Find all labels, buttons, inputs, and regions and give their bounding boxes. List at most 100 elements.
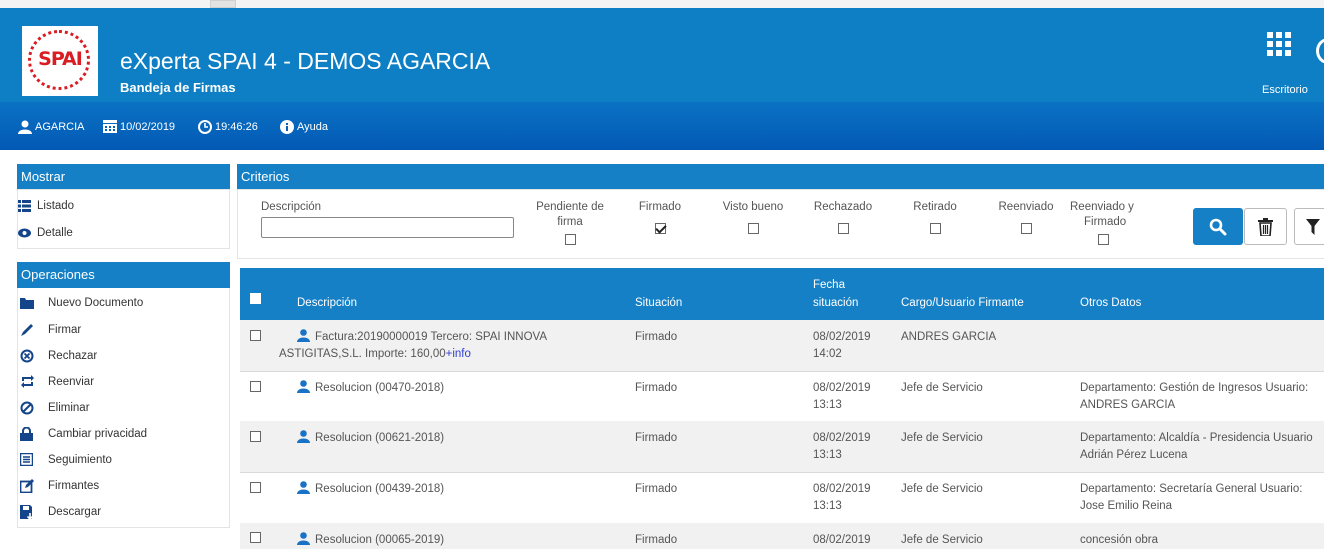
filter-forwarded-signed-checkbox[interactable] xyxy=(1098,234,1109,245)
filter-rejected-checkbox[interactable] xyxy=(837,223,849,234)
filter-button[interactable] xyxy=(1294,208,1324,245)
help-label[interactable]: Ayuda xyxy=(297,121,328,133)
list-icon xyxy=(18,200,31,212)
op-signers[interactable]: Firmantes xyxy=(20,479,99,493)
filter-signed-checkbox[interactable] xyxy=(654,223,666,234)
col-situacion[interactable]: Situación xyxy=(635,296,682,311)
row-time: 14:02 xyxy=(813,348,842,360)
op-download[interactable]: Descargar xyxy=(20,505,101,519)
description-input[interactable] xyxy=(261,217,514,238)
time-value: 19:46:26 xyxy=(215,121,258,133)
more-info-link[interactable]: +info xyxy=(446,348,471,360)
date-value: 10/02/2019 xyxy=(120,120,176,133)
col-descripcion[interactable]: Descripción xyxy=(297,296,357,311)
filter-approved-label: Visto bueno xyxy=(722,201,784,213)
row-description[interactable]: Resolucion (00439-2018) xyxy=(297,481,444,498)
op-forward[interactable]: Reenviar xyxy=(20,375,94,388)
row-description-line2[interactable]: ASTIGITAS,S.L. Importe: 160,00+info xyxy=(279,346,471,363)
desktop-label[interactable]: Escritorio xyxy=(1262,84,1308,96)
op-change-privacy[interactable]: Cambiar privacidad xyxy=(20,427,147,441)
row-checkbox[interactable] xyxy=(250,482,261,493)
op-sign[interactable]: Firmar xyxy=(20,323,81,337)
filter-forwarded-signed-label1: Reenviado y xyxy=(1070,201,1134,213)
row-date: 08/02/2019 xyxy=(813,331,871,343)
row-status: Firmado xyxy=(635,483,678,495)
filter-approved-checkbox[interactable] xyxy=(747,223,759,234)
filter-pending-checkbox[interactable] xyxy=(564,234,576,245)
col-fecha-line1[interactable]: Fecha xyxy=(813,278,845,293)
row-description[interactable]: Resolucion (00621-2018) xyxy=(297,430,444,447)
show-detail-option[interactable]: Detalle xyxy=(18,227,73,239)
time-info: 19:46:26 xyxy=(198,120,258,134)
row-other-line1: Departamento: Gestión de Ingresos Usuari… xyxy=(1080,382,1309,394)
search-button[interactable] xyxy=(1193,208,1243,245)
app-header: SPAI eXperta SPAI 4 - DEMOS AGARCIA Band… xyxy=(0,8,1324,102)
op-sign-label[interactable]: Firmar xyxy=(48,324,81,336)
desktop-grid-icon[interactable] xyxy=(1267,32,1293,56)
filter-forwarded-checkbox[interactable] xyxy=(1020,223,1032,234)
show-list-option[interactable]: Listado xyxy=(18,200,74,212)
info-icon xyxy=(280,120,294,134)
op-signers-label[interactable]: Firmantes xyxy=(48,480,99,492)
row-checkbox[interactable] xyxy=(250,381,261,392)
filter-forwarded: Reenviado xyxy=(991,200,1061,239)
search-icon xyxy=(1209,218,1227,235)
col-fecha-line2[interactable]: situación xyxy=(813,296,858,311)
filter-withdrawn-checkbox[interactable] xyxy=(929,223,941,234)
row-other-line2: Adrián Pérez Lucena xyxy=(1080,449,1188,461)
app-title: eXperta SPAI 4 - DEMOS AGARCIA xyxy=(120,48,491,74)
op-reject[interactable]: Rechazar xyxy=(20,349,97,363)
table-row[interactable]: Factura:20190000019 Tercero: SPAI INNOVA… xyxy=(240,320,1324,372)
clear-button[interactable] xyxy=(1244,208,1287,245)
table-row[interactable]: Resolucion (00065-2019) Firmado 08/02/20… xyxy=(240,523,1324,549)
user-info: AGARCIA xyxy=(18,120,85,134)
op-tracking[interactable]: Seguimiento xyxy=(20,453,112,466)
table-row[interactable]: Resolucion (00621-2018) Firmado 08/02/20… xyxy=(240,421,1324,473)
row-signer: Jefe de Servicio xyxy=(901,483,983,495)
clock-icon xyxy=(198,120,212,134)
row-checkbox[interactable] xyxy=(250,330,261,341)
save-download-icon xyxy=(20,505,34,519)
browser-tab-fragment xyxy=(210,0,236,8)
op-change-privacy-label[interactable]: Cambiar privacidad xyxy=(48,428,147,440)
filter-pending: Pendiente de firma xyxy=(530,200,610,250)
table-row[interactable]: Resolucion (00470-2018) Firmado 08/02/20… xyxy=(240,371,1324,422)
row-checkbox[interactable] xyxy=(250,532,261,543)
filter-forwarded-signed: Reenviado y Firmado xyxy=(1070,200,1144,250)
calendar-icon xyxy=(103,120,117,133)
op-new-document-label[interactable]: Nuevo Documento xyxy=(48,297,143,309)
row-date: 08/02/2019 xyxy=(813,483,871,495)
help-link[interactable]: Ayuda xyxy=(280,120,328,134)
user-name: AGARCIA xyxy=(35,121,85,133)
pencil-icon xyxy=(21,324,33,336)
filter-pending-label1: Pendiente de xyxy=(536,201,604,213)
power-icon[interactable] xyxy=(1316,38,1324,64)
op-download-label[interactable]: Descargar xyxy=(48,506,101,518)
show-detail-label[interactable]: Detalle xyxy=(37,227,73,239)
row-checkbox[interactable] xyxy=(250,431,261,442)
op-tracking-label[interactable]: Seguimiento xyxy=(48,454,112,466)
col-cargo[interactable]: Cargo/Usuario Firmante xyxy=(901,296,1024,311)
person-icon xyxy=(297,380,310,393)
op-reject-label[interactable]: Rechazar xyxy=(48,350,97,362)
op-delete-label[interactable]: Eliminar xyxy=(48,402,90,414)
row-status: Firmado xyxy=(635,382,678,394)
row-description[interactable]: Resolucion (00065-2019) xyxy=(297,532,444,549)
row-date: 08/02/2019 xyxy=(813,382,871,394)
row-status: Firmado xyxy=(635,331,678,343)
table-header: Descripción Situación Fecha situación Ca… xyxy=(240,268,1324,320)
table-row[interactable]: Resolucion (00439-2018) Firmado 08/02/20… xyxy=(240,472,1324,524)
criterios-panel-title: Criterios xyxy=(237,164,1324,189)
op-delete[interactable]: Eliminar xyxy=(20,401,90,415)
op-new-document[interactable]: Nuevo Documento xyxy=(20,297,143,309)
row-description[interactable]: Resolucion (00470-2018) xyxy=(297,380,444,397)
col-otros[interactable]: Otros Datos xyxy=(1080,296,1141,311)
show-list-label[interactable]: Listado xyxy=(37,200,74,212)
select-all-checkbox[interactable] xyxy=(250,293,261,304)
person-icon xyxy=(297,329,310,342)
filter-forwarded-signed-label2: Firmado xyxy=(1084,216,1127,228)
row-signer: ANDRES GARCIA xyxy=(901,331,997,343)
lock-icon xyxy=(20,427,33,441)
op-forward-label[interactable]: Reenviar xyxy=(48,376,94,388)
row-description-line1[interactable]: Factura:20190000019 Tercero: SPAI INNOVA xyxy=(297,329,547,346)
